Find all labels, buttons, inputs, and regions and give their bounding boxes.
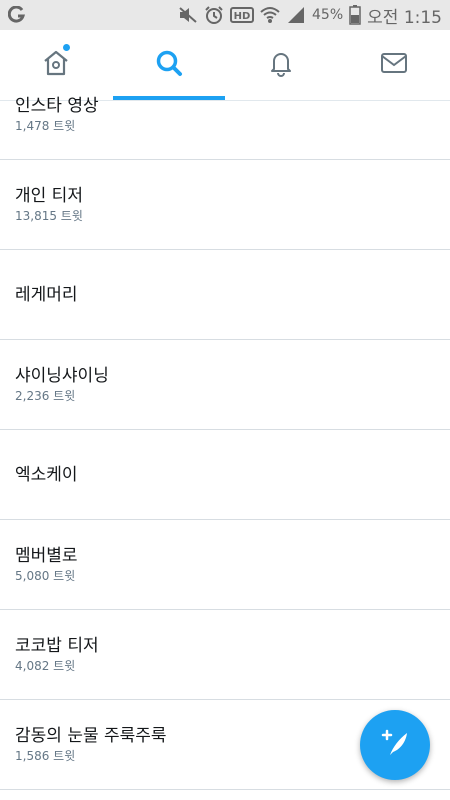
notification-dot	[62, 43, 71, 52]
mute-icon	[178, 6, 198, 24]
trend-tweet-count: 13,815 트윗	[15, 208, 83, 223]
trend-name: 멤버별로	[15, 545, 78, 566]
clock: 오전 1:15	[367, 7, 442, 28]
status-bar: HD 45% 오전 1:15	[0, 0, 450, 30]
trend-item[interactable]: 엑소케이	[0, 430, 450, 520]
trend-name: 개인 티저	[15, 185, 83, 206]
trend-name: 레게머리	[15, 284, 78, 305]
compose-tweet-button[interactable]	[360, 710, 430, 780]
trend-item[interactable]: 레게머리	[0, 250, 450, 340]
trend-name: 엑소케이	[15, 464, 78, 485]
trend-item[interactable]: 샤이닝샤이닝 2,236 트윗	[0, 340, 450, 430]
trends-list: 인스타 영상 1,478 트윗 개인 티저 13,815 트윗 레게머리 샤이닝…	[0, 70, 450, 790]
trend-item[interactable]: 코코밥 티저 4,082 트윗	[0, 610, 450, 700]
signal-icon	[286, 6, 306, 24]
svg-text:HD: HD	[234, 11, 251, 22]
app-icon	[8, 6, 26, 24]
trend-tweet-count: 1,478 트윗	[15, 118, 76, 133]
battery-icon	[349, 5, 361, 25]
wifi-icon	[260, 6, 280, 24]
battery-percent: 45%	[312, 7, 344, 23]
trend-tweet-count: 2,236 트윗	[15, 388, 76, 403]
trend-item[interactable]: 개인 티저 13,815 트윗	[0, 160, 450, 250]
compose-tweet-icon	[377, 725, 413, 765]
trend-item[interactable]: 멤버별로 5,080 트윗	[0, 520, 450, 610]
hd-icon: HD	[230, 6, 255, 24]
alarm-icon	[204, 5, 224, 25]
trend-name: 샤이닝샤이닝	[15, 365, 109, 386]
trend-name: 인스타 영상	[15, 95, 99, 116]
trend-tweet-count: 5,080 트윗	[15, 568, 76, 583]
trend-item[interactable]: 인스타 영상 1,478 트윗	[0, 70, 450, 160]
trend-tweet-count: 4,082 트윗	[15, 658, 76, 673]
trend-name: 코코밥 티저	[15, 635, 99, 656]
